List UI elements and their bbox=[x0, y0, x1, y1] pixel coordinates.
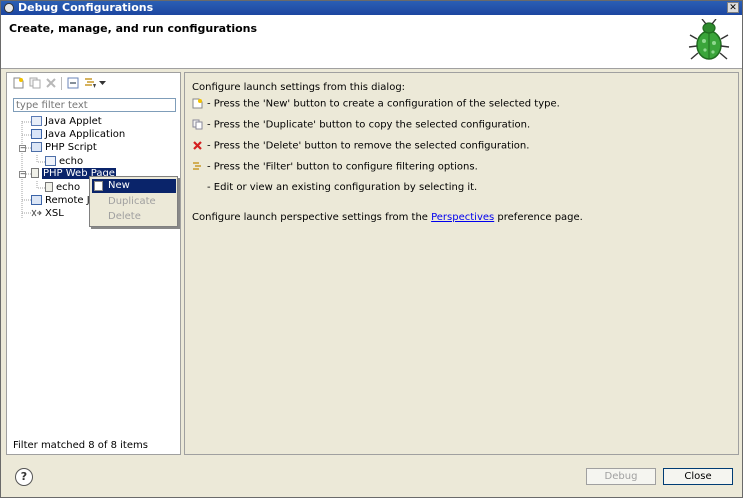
debug-button[interactable]: Debug bbox=[586, 468, 656, 485]
php-script-icon bbox=[31, 142, 42, 152]
perspectives-link[interactable]: Perspectives bbox=[431, 212, 494, 223]
filter-status: Filter matched 8 of 8 items bbox=[13, 440, 148, 451]
xsl-icon bbox=[31, 208, 42, 218]
title-bar[interactable]: Debug Configurations ✕ bbox=[1, 1, 742, 15]
context-menu: New Duplicate Delete bbox=[89, 176, 178, 227]
info-line-edit: - Edit or view an existing configuration… bbox=[207, 182, 478, 193]
info-line-duplicate: - Press the 'Duplicate' button to copy t… bbox=[192, 119, 530, 131]
new-config-icon bbox=[94, 181, 103, 191]
configuration-tree-panel: Java Applet Java Application − PHP Scrip… bbox=[6, 72, 181, 455]
filter-icon bbox=[192, 161, 203, 172]
php-web-page-expander-icon[interactable]: − bbox=[19, 171, 26, 178]
view-menu-icon[interactable] bbox=[97, 76, 107, 90]
tree-item-remote-java[interactable]: Remote J bbox=[31, 194, 90, 207]
window-title: Debug Configurations bbox=[18, 1, 154, 14]
tree-item-php-script[interactable]: PHP Script bbox=[31, 141, 97, 154]
tree-item-php-web-page-echo[interactable]: echo bbox=[45, 181, 80, 194]
bug-icon bbox=[688, 19, 730, 60]
java-application-icon bbox=[31, 129, 42, 139]
info-line-new: - Press the 'New' button to create a con… bbox=[192, 98, 560, 110]
delete-config-icon bbox=[192, 140, 203, 151]
duplicate-config-icon[interactable] bbox=[28, 76, 42, 90]
intro-text: Configure launch settings from this dial… bbox=[192, 82, 406, 93]
perspective-text: Configure launch perspective settings fr… bbox=[192, 212, 583, 223]
filter-input[interactable] bbox=[13, 98, 176, 112]
duplicate-config-icon bbox=[192, 119, 203, 130]
menu-item-new[interactable]: New bbox=[92, 179, 176, 193]
php-web-page-icon bbox=[31, 168, 39, 178]
php-config-icon bbox=[45, 156, 56, 166]
help-icon[interactable]: ? bbox=[15, 468, 33, 486]
collapse-all-icon[interactable] bbox=[66, 76, 80, 90]
toolbar-separator bbox=[61, 77, 62, 90]
php-script-expander-icon[interactable]: − bbox=[19, 145, 26, 152]
eclipse-icon bbox=[4, 3, 14, 13]
tree-item-java-application[interactable]: Java Application bbox=[31, 128, 125, 141]
header-title: Create, manage, and run configurations bbox=[9, 22, 258, 35]
configuration-info-panel: Configure launch settings from this dial… bbox=[184, 72, 739, 455]
remote-java-icon bbox=[31, 195, 42, 205]
menu-item-delete[interactable]: Delete bbox=[92, 210, 176, 224]
filter-icon[interactable] bbox=[83, 76, 97, 90]
info-line-delete: - Press the 'Delete' button to remove th… bbox=[192, 140, 529, 152]
tree-item-java-applet[interactable]: Java Applet bbox=[31, 115, 102, 128]
delete-config-icon[interactable] bbox=[44, 76, 58, 90]
java-applet-icon bbox=[31, 116, 42, 126]
close-window-button[interactable]: ✕ bbox=[727, 2, 739, 13]
new-config-icon[interactable] bbox=[11, 76, 25, 90]
dialog-header: Create, manage, and run configurations bbox=[1, 15, 742, 69]
menu-item-duplicate[interactable]: Duplicate bbox=[92, 195, 176, 209]
button-bar: ? Debug Close bbox=[1, 459, 742, 497]
info-line-filter: - Press the 'Filter' button to configure… bbox=[192, 161, 478, 173]
debug-configurations-window: Debug Configurations ✕ Create, manage, a… bbox=[0, 0, 743, 498]
php-web-config-icon bbox=[45, 182, 53, 192]
tree-item-xsl[interactable]: XSL bbox=[31, 207, 64, 220]
close-button[interactable]: Close bbox=[663, 468, 733, 485]
new-config-icon bbox=[192, 98, 203, 109]
